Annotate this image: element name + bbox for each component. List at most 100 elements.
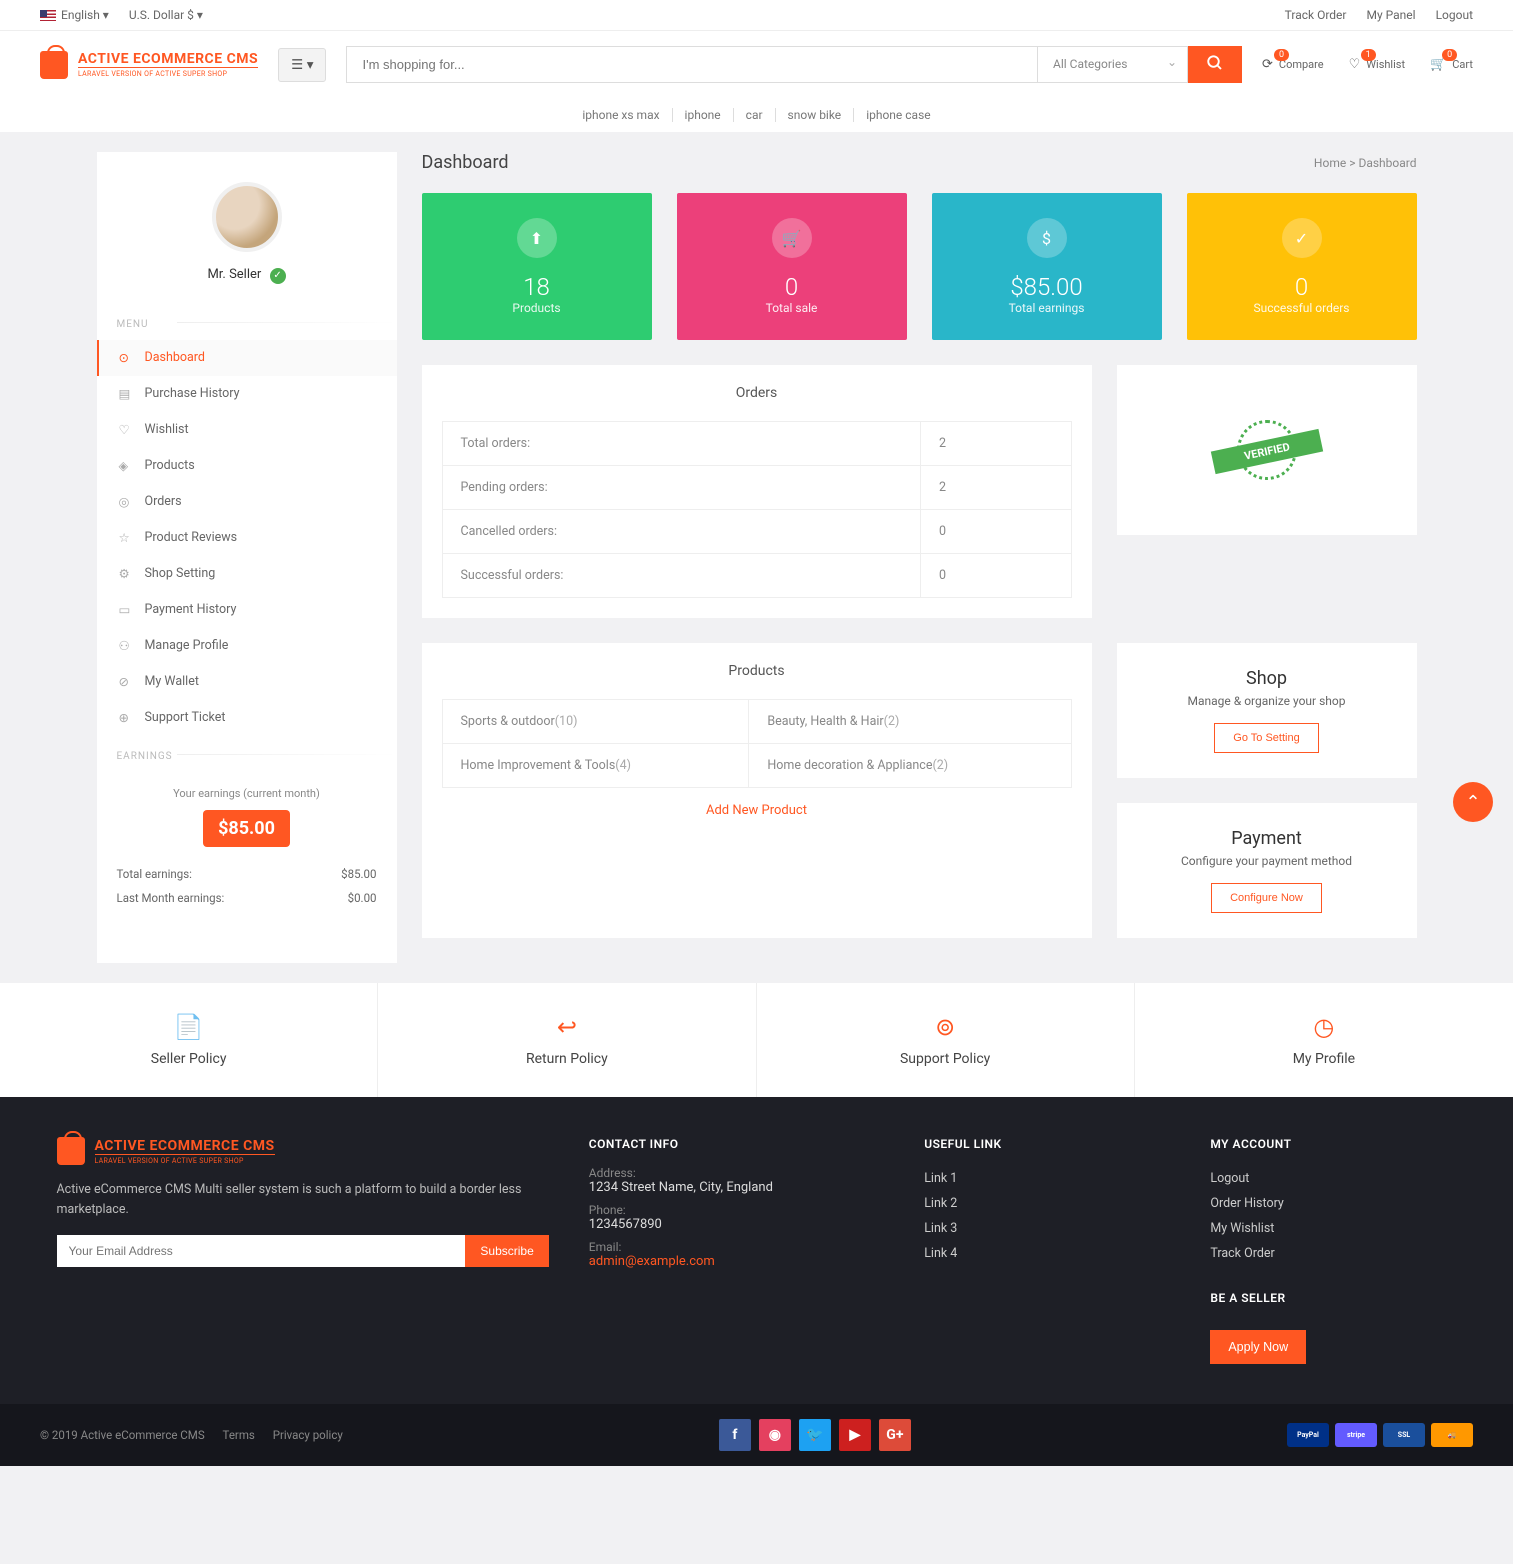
- stat-icon: $: [1027, 218, 1067, 258]
- policy-icon: ⊚: [787, 1013, 1104, 1041]
- youtube-icon[interactable]: ▶: [839, 1419, 871, 1451]
- menu-item-icon: ⊘: [119, 674, 133, 690]
- instagram-icon[interactable]: ◉: [759, 1419, 791, 1451]
- account-link[interactable]: My Wishlist: [1210, 1216, 1456, 1241]
- policy-icon: ◷: [1165, 1013, 1483, 1041]
- wishlist-link[interactable]: ♡ 1 Wishlist: [1349, 57, 1405, 72]
- payment-panel-title: Payment: [1142, 828, 1392, 849]
- footer-policy-link[interactable]: 📄 Seller Policy: [0, 983, 378, 1097]
- go-to-setting-button[interactable]: Go To Setting: [1214, 723, 1318, 753]
- menu-item-label: Purchase History: [145, 386, 240, 401]
- cod-icon: 🚚: [1431, 1423, 1473, 1447]
- menu-item-icon: ▤: [119, 386, 133, 402]
- products-panel-title: Products: [442, 663, 1072, 679]
- stat-card: ✓ 0 Successful orders: [1187, 193, 1417, 340]
- useful-link[interactable]: Link 3: [924, 1216, 1170, 1241]
- cart-link[interactable]: 🛒 0 Cart: [1430, 57, 1473, 72]
- compare-badge: 0: [1274, 49, 1289, 61]
- profile-name: Mr. Seller ✓: [117, 267, 377, 284]
- sidebar-item-payment-history[interactable]: ▭ Payment History: [97, 592, 397, 628]
- search-category-select[interactable]: All Categories: [1038, 46, 1188, 83]
- privacy-link[interactable]: Privacy policy: [273, 1428, 343, 1442]
- copyright: © 2019 Active eCommerce CMS: [40, 1428, 205, 1442]
- sidebar-item-wishlist[interactable]: ♡ Wishlist: [97, 412, 397, 448]
- stat-value: 0: [702, 273, 882, 301]
- footer-policy-link[interactable]: ◷ My Profile: [1135, 983, 1513, 1097]
- nav-link[interactable]: car: [734, 108, 776, 122]
- logout-link[interactable]: Logout: [1436, 8, 1473, 22]
- stat-label: Total earnings: [957, 301, 1137, 315]
- search-button[interactable]: [1188, 46, 1242, 83]
- verified-check-icon: ✓: [270, 268, 286, 284]
- account-link[interactable]: Order History: [1210, 1191, 1456, 1216]
- menu-item-label: Orders: [145, 494, 182, 509]
- useful-link-heading: USEFUL LINK: [924, 1137, 1170, 1151]
- menu-item-icon: ⊙: [119, 350, 133, 366]
- configure-now-button[interactable]: Configure Now: [1211, 883, 1322, 913]
- avatar: [212, 182, 282, 252]
- policy-icon: 📄: [30, 1013, 347, 1041]
- refresh-icon: ⟳: [1262, 57, 1273, 72]
- googleplus-icon[interactable]: G+: [879, 1419, 911, 1451]
- terms-link[interactable]: Terms: [223, 1428, 255, 1442]
- table-row: Home Improvement & Tools(4) Home decorat…: [442, 744, 1071, 788]
- menu-item-icon: ⊕: [119, 710, 133, 726]
- sidebar-item-shop-setting[interactable]: ⚙ Shop Setting: [97, 556, 397, 592]
- twitter-icon[interactable]: 🐦: [799, 1419, 831, 1451]
- heart-icon: ♡: [1349, 57, 1361, 72]
- sidebar-item-dashboard[interactable]: ⊙ Dashboard: [97, 340, 397, 376]
- stat-icon: ⬆: [517, 218, 557, 258]
- account-link[interactable]: Logout: [1210, 1166, 1456, 1191]
- sidebar-item-purchase-history[interactable]: ▤ Purchase History: [97, 376, 397, 412]
- account-link[interactable]: Track Order: [1210, 1241, 1456, 1266]
- menu-item-icon: ◎: [119, 494, 133, 510]
- subscribe-button[interactable]: Subscribe: [465, 1235, 548, 1267]
- be-seller-heading: BE A SELLER: [1210, 1291, 1456, 1305]
- stat-icon: 🛒: [772, 218, 812, 258]
- facebook-icon[interactable]: f: [719, 1419, 751, 1451]
- sidebar-item-orders[interactable]: ◎ Orders: [97, 484, 397, 520]
- stat-label: Total sale: [702, 301, 882, 315]
- sidebar-item-products[interactable]: ◈ Products: [97, 448, 397, 484]
- nav-link[interactable]: snow bike: [776, 108, 855, 122]
- sidebar-item-support-ticket[interactable]: ⊕ Support Ticket: [97, 700, 397, 736]
- sidebar-item-my-wallet[interactable]: ⊘ My Wallet: [97, 664, 397, 700]
- apply-now-button[interactable]: Apply Now: [1210, 1330, 1306, 1364]
- menu-item-label: Products: [145, 458, 195, 473]
- language-selector[interactable]: English ▾: [40, 8, 109, 22]
- scroll-top-button[interactable]: ⌃: [1453, 782, 1493, 822]
- menu-item-label: Manage Profile: [145, 638, 229, 653]
- nav-link[interactable]: iphone xs max: [570, 108, 672, 122]
- useful-link[interactable]: Link 1: [924, 1166, 1170, 1191]
- menu-item-icon: ⚙: [119, 566, 133, 582]
- subscribe-email-input[interactable]: [57, 1235, 466, 1267]
- menu-item-icon: ⚇: [119, 638, 133, 654]
- add-new-product-link[interactable]: Add New Product: [442, 803, 1072, 818]
- cart-badge: 0: [1442, 49, 1457, 61]
- stat-label: Successful orders: [1212, 301, 1392, 315]
- logo-subtitle: LARAVEL VERSION OF ACTIVE SUPER SHOP: [78, 67, 258, 78]
- page-title: Dashboard: [422, 152, 509, 173]
- nav-link[interactable]: iphone case: [854, 108, 942, 122]
- footer-policy-link[interactable]: ⊚ Support Policy: [757, 983, 1135, 1097]
- useful-link[interactable]: Link 4: [924, 1241, 1170, 1266]
- footer-policy-link[interactable]: ↩ Return Policy: [378, 983, 756, 1097]
- menu-item-label: Payment History: [145, 602, 237, 617]
- menu-item-label: Support Ticket: [145, 710, 226, 725]
- useful-link[interactable]: Link 2: [924, 1191, 1170, 1216]
- table-row: Successful orders:0: [442, 554, 1071, 598]
- table-row: Sports & outdoor(10) Beauty, Health & Ha…: [442, 700, 1071, 744]
- stat-card: $ $85.00 Total earnings: [932, 193, 1162, 340]
- my-panel-link[interactable]: My Panel: [1366, 8, 1415, 22]
- sidebar-item-manage-profile[interactable]: ⚇ Manage Profile: [97, 628, 397, 664]
- logo[interactable]: ACTIVE ECOMMERCE CMS LARAVEL VERSION OF …: [40, 51, 258, 79]
- menu-toggle-button[interactable]: ☰ ▾: [278, 48, 326, 82]
- currency-selector[interactable]: U.S. Dollar $ ▾: [129, 8, 203, 22]
- compare-link[interactable]: ⟳ 0 Compare: [1262, 57, 1324, 72]
- search-input[interactable]: [346, 46, 1038, 83]
- sidebar-item-product-reviews[interactable]: ☆ Product Reviews: [97, 520, 397, 556]
- bag-icon: [40, 51, 68, 79]
- nav-link[interactable]: iphone: [673, 108, 734, 122]
- contact-email-link[interactable]: admin@example.com: [589, 1254, 884, 1269]
- track-order-link[interactable]: Track Order: [1285, 8, 1347, 22]
